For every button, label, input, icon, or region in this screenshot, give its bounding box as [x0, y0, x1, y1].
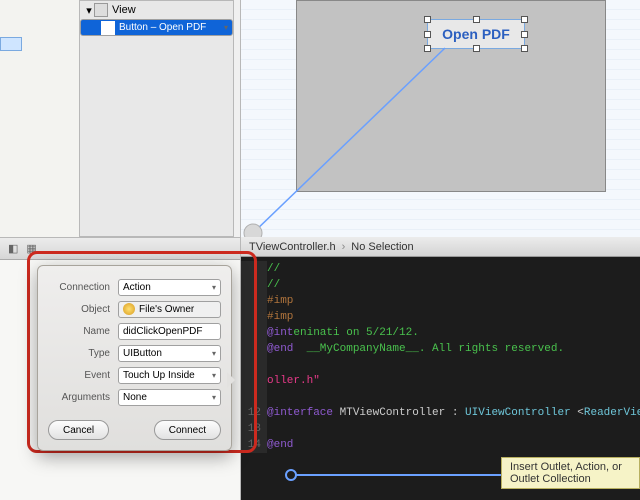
open-pdf-button[interactable]: Open PDF — [427, 19, 525, 49]
resize-handle[interactable] — [473, 45, 480, 52]
button-title: Open PDF — [442, 26, 510, 42]
connection-label: Connection — [48, 282, 110, 293]
insertion-indicator-dot — [285, 469, 297, 481]
resize-handle[interactable] — [473, 16, 480, 23]
outline-label: Button – Open PDF — [119, 22, 206, 33]
connection-popover: Connection Action Object File's Owner Na… — [37, 265, 232, 451]
source-code[interactable]: // // #imp #imp @inteninati on 5/21/12. … — [241, 257, 640, 453]
resize-handle[interactable] — [521, 31, 528, 38]
document-outline: ▾ View Button – Open PDF — [79, 0, 234, 237]
arguments-select[interactable]: None — [118, 389, 221, 406]
disclosure-triangle-icon[interactable]: ▾ — [84, 4, 94, 17]
button-icon — [101, 21, 115, 35]
event-select[interactable]: Touch Up Inside — [118, 367, 221, 384]
name-input[interactable]: didClickOpenPDF — [118, 323, 221, 340]
resize-handle[interactable] — [521, 45, 528, 52]
view-surface[interactable]: Open PDF — [296, 0, 606, 192]
insertion-tooltip: Insert Outlet, Action, or Outlet Collect… — [501, 457, 640, 489]
jump-bar-file[interactable]: TViewController.h — [249, 241, 336, 253]
event-label: Event — [48, 370, 110, 381]
resize-handle[interactable] — [424, 45, 431, 52]
arguments-label: Arguments — [48, 392, 110, 403]
jump-bar[interactable]: TViewController.h › No Selection — [241, 237, 640, 257]
type-label: Type — [48, 348, 110, 359]
resize-handle[interactable] — [424, 31, 431, 38]
view-icon — [94, 3, 108, 17]
nav-tab[interactable] — [0, 37, 22, 51]
object-label: Object — [48, 304, 110, 315]
interface-builder-canvas[interactable]: Open PDF — [240, 0, 640, 237]
cancel-button[interactable]: Cancel — [48, 420, 109, 440]
name-label: Name — [48, 326, 110, 337]
highlight-box: Connection Action Object File's Owner Na… — [27, 251, 257, 453]
jump-bar-selection[interactable]: No Selection — [351, 241, 413, 253]
chevron-right-icon: › — [342, 241, 346, 253]
connection-select[interactable]: Action — [118, 279, 221, 296]
resize-handle[interactable] — [424, 16, 431, 23]
connect-button[interactable]: Connect — [154, 420, 221, 440]
type-select[interactable]: UIButton — [118, 345, 221, 362]
object-field: File's Owner — [118, 301, 221, 318]
outline-row-view[interactable]: ▾ View — [80, 1, 233, 19]
outline-label: View — [112, 4, 136, 16]
resize-handle[interactable] — [521, 16, 528, 23]
assistant-editor: TViewController.h › No Selection ◀▶ // /… — [240, 237, 640, 500]
outline-row-button[interactable]: Button – Open PDF — [80, 19, 233, 36]
files-owner-icon — [123, 303, 135, 315]
filter-icon[interactable]: ◧ — [8, 242, 18, 255]
